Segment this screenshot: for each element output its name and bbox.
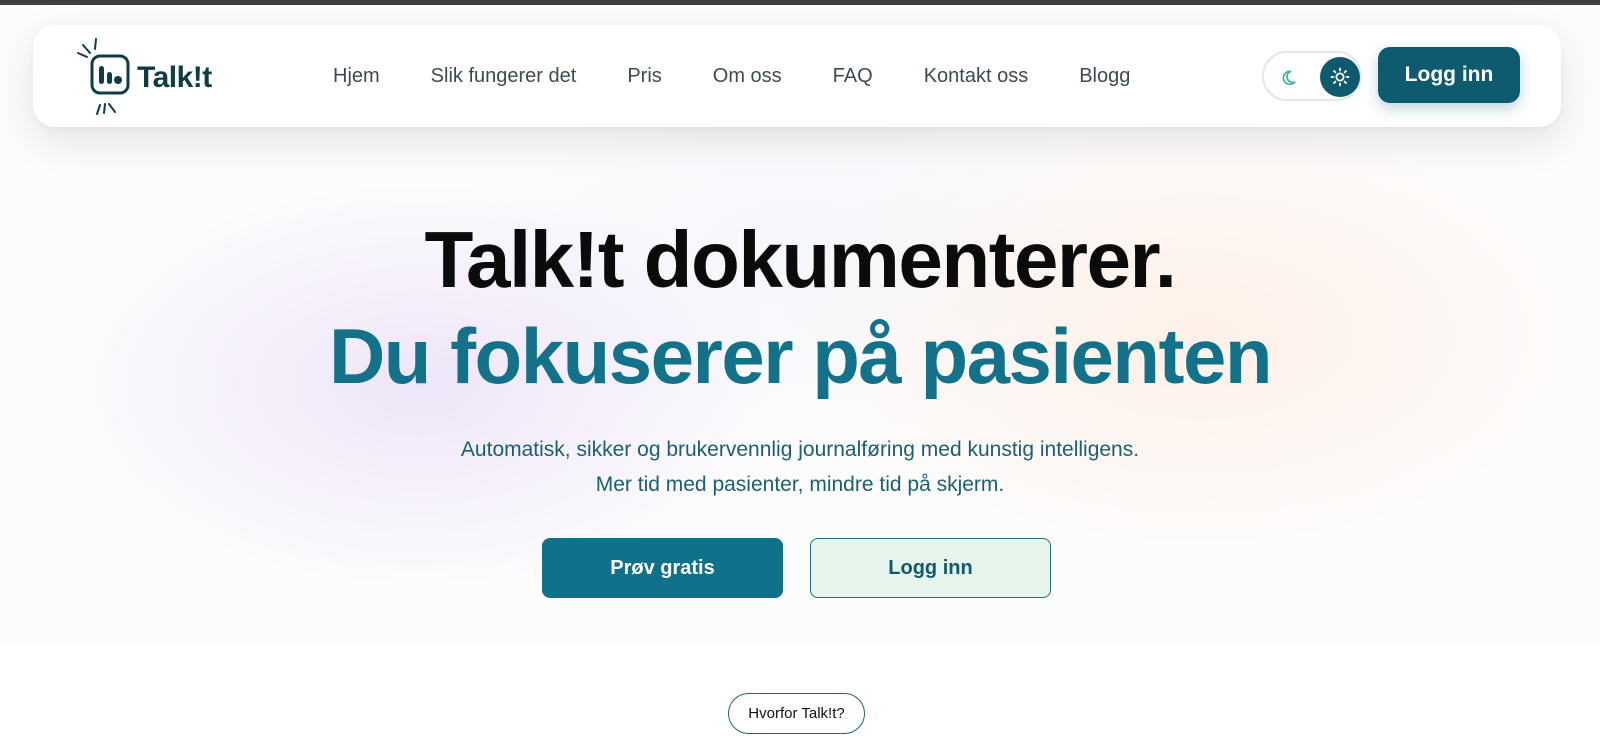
hero-headline: Talk!t dokumenterer. — [424, 215, 1177, 304]
nav-link-faq[interactable]: FAQ — [833, 65, 873, 88]
nav-link-hjem[interactable]: Hjem — [333, 65, 380, 88]
sun-icon — [1330, 67, 1350, 87]
nav-link-pris[interactable]: Pris — [627, 65, 661, 88]
logo-icon — [77, 38, 130, 115]
hero-subheadline: Du fokuserer på pasienten — [328, 312, 1273, 400]
nav-link-blogg[interactable]: Blogg — [1079, 65, 1130, 88]
moon-icon — [1282, 70, 1296, 86]
logo-text: Talk!t — [137, 61, 212, 94]
nav-link-slik-fungerer-det[interactable]: Slik fungerer det — [431, 65, 577, 88]
hero-description: Automatisk, sikker og brukervennlig jour… — [0, 432, 1600, 502]
nav-links: Hjem Slik fungerer det Pris Om oss FAQ K… — [333, 25, 1181, 127]
navbar: Talk!t Hjem Slik fungerer det Pris Om os… — [33, 25, 1561, 127]
theme-toggle[interactable] — [1262, 51, 1362, 101]
logo[interactable]: Talk!t — [75, 35, 225, 119]
login-button-hero[interactable]: Logg inn — [810, 538, 1051, 598]
hero-description-line-2: Mer tid med pasienter, mindre tid på skj… — [595, 473, 1005, 496]
sun-toggle-knob[interactable] — [1320, 57, 1360, 97]
try-free-button[interactable]: Prøv gratis — [542, 538, 783, 598]
nav-link-om-oss[interactable]: Om oss — [713, 65, 782, 88]
nav-link-kontakt-oss[interactable]: Kontakt oss — [924, 65, 1029, 88]
login-button-nav[interactable]: Logg inn — [1378, 47, 1520, 103]
hero-description-line-1: Automatisk, sikker og brukervennlig jour… — [460, 438, 1140, 461]
why-talkit-badge: Hvorfor Talk!t? — [728, 693, 865, 734]
